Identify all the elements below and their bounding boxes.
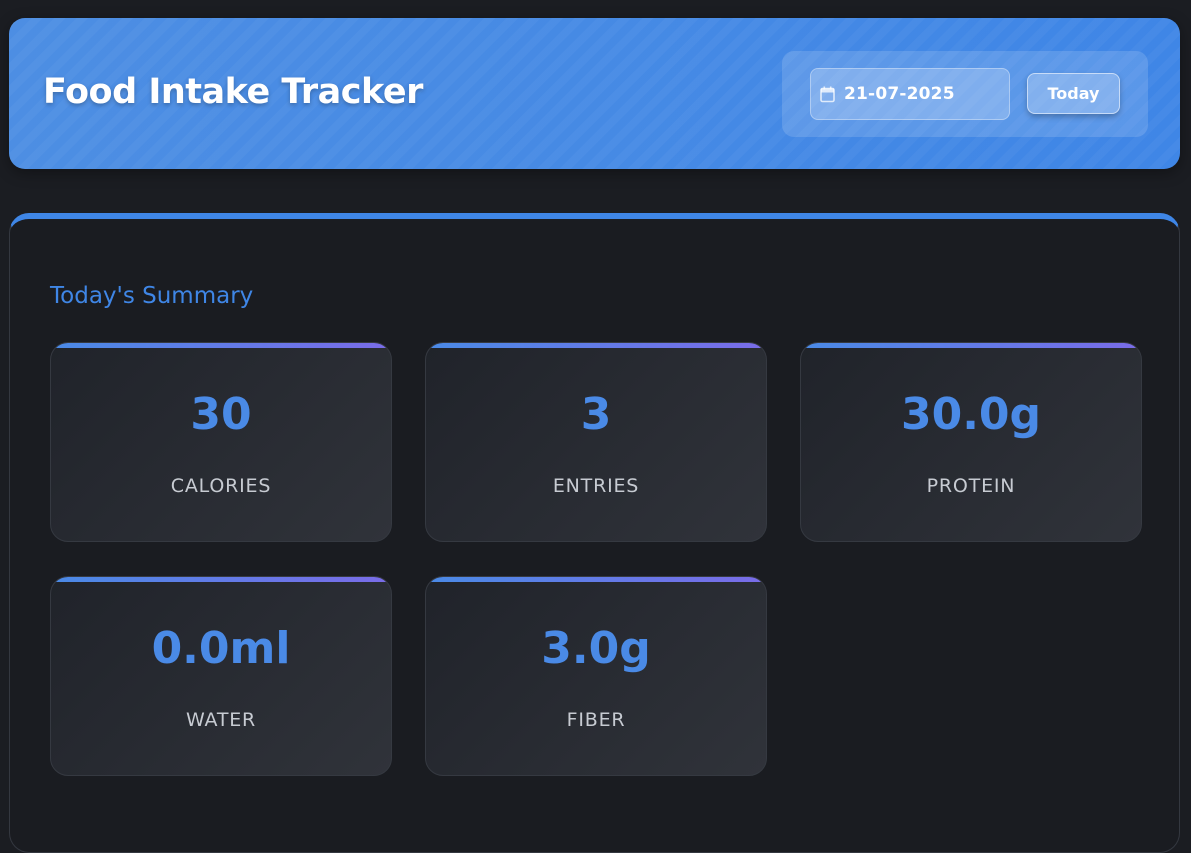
calendar-icon[interactable] xyxy=(820,86,835,103)
stat-label: FIBER xyxy=(566,709,626,731)
stat-card-protein: 30.0g PROTEIN xyxy=(800,342,1142,542)
stat-card-fiber: 3.0g FIBER xyxy=(425,576,767,776)
date-controls: 21-07-2025 Today xyxy=(782,51,1148,137)
stat-value: 3 xyxy=(580,389,612,440)
stat-value: 30 xyxy=(190,389,252,440)
stat-card-calories: 30 CALORIES xyxy=(50,342,392,542)
stat-value: 0.0ml xyxy=(151,623,291,674)
stat-value: 3.0g xyxy=(541,623,651,674)
today-button[interactable]: Today xyxy=(1027,73,1120,114)
app-header: Food Intake Tracker 21-07-2025 Today xyxy=(9,18,1180,169)
stat-label: ENTRIES xyxy=(552,475,640,497)
stat-label: CALORIES xyxy=(170,475,272,497)
summary-title: Today's Summary xyxy=(50,283,254,309)
stat-card-water: 0.0ml WATER xyxy=(50,576,392,776)
date-value[interactable]: 21-07-2025 xyxy=(844,84,955,104)
stat-value: 30.0g xyxy=(900,389,1042,440)
stat-label: WATER xyxy=(185,709,257,731)
app-title: Food Intake Tracker xyxy=(43,72,423,112)
date-input[interactable]: 21-07-2025 xyxy=(810,68,1010,120)
summary-panel: Today's Summary 30 CALORIES 3 ENTRIES 30… xyxy=(9,213,1180,853)
stat-card-entries: 3 ENTRIES xyxy=(425,342,767,542)
stat-label: PROTEIN xyxy=(926,475,1016,497)
